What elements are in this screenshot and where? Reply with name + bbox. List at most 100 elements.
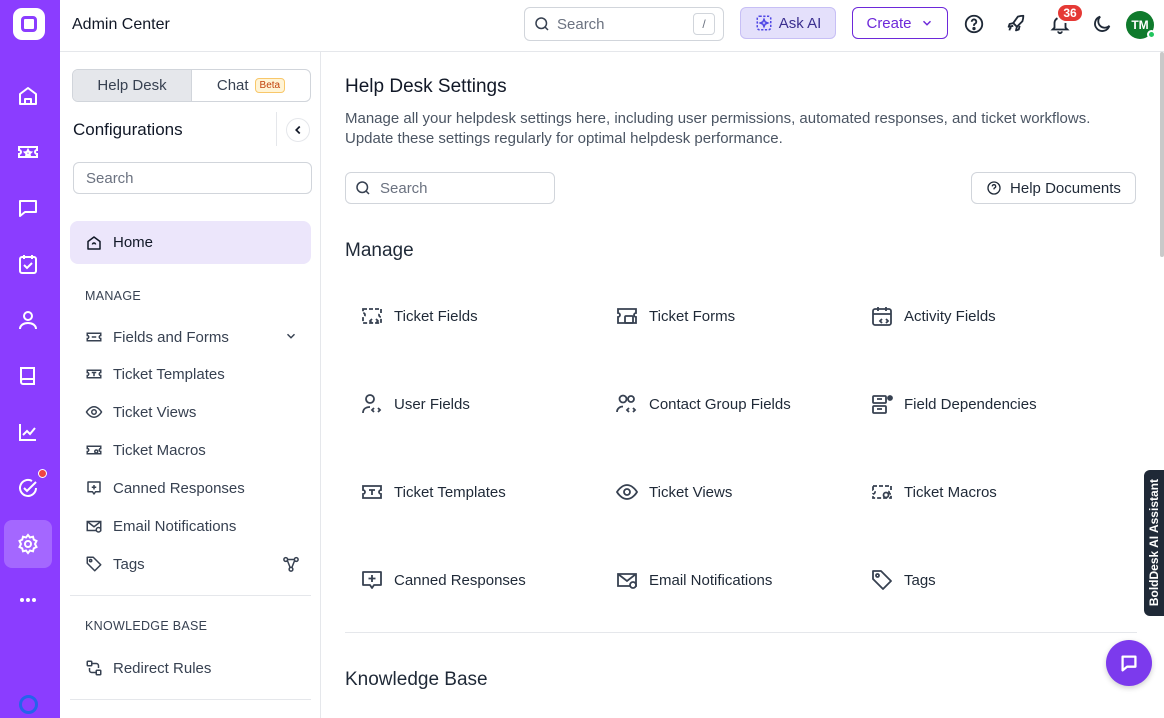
tile-field-dependencies[interactable]: Field Dependencies <box>870 389 1037 419</box>
settings-description: Manage all your helpdesk settings here, … <box>345 110 1091 147</box>
rail-ticket-icon[interactable] <box>4 128 52 176</box>
sidebar-item-label: Ticket Macros <box>113 441 206 459</box>
email-notification-icon <box>86 520 102 533</box>
tile-canned-responses[interactable]: Canned Responses <box>360 565 526 595</box>
tile-tags[interactable]: Tags <box>870 565 936 595</box>
tile-contact-group-fields[interactable]: Contact Group Fields <box>615 389 791 419</box>
sidebar-item-label: Tags <box>113 555 145 573</box>
sidebar-item-label: Redirect Rules <box>113 659 212 677</box>
tile-label: User Fields <box>394 395 470 413</box>
tile-email-notifications[interactable]: Email Notifications <box>615 565 772 595</box>
create-button[interactable]: Create <box>852 7 948 39</box>
rail-task-icon[interactable] <box>4 240 52 288</box>
rail-more-icon[interactable] <box>4 576 52 624</box>
tile-ticket-views[interactable]: Ticket Views <box>615 477 732 507</box>
app-logo[interactable] <box>13 8 45 40</box>
manage-section-label: MANAGE <box>85 289 141 303</box>
ticket-fields-icon <box>86 332 102 342</box>
rocket-icon[interactable] <box>1004 12 1028 36</box>
tile-ticket-macros[interactable]: Ticket Macros <box>870 477 997 507</box>
chat-launcher-button[interactable] <box>1106 640 1152 686</box>
ask-ai-label: Ask AI <box>778 14 822 32</box>
search-icon <box>535 17 549 31</box>
sidebar-item-canned-responses[interactable]: Canned Responses <box>85 475 245 501</box>
sidebar-item-label: Fields and Forms <box>113 328 229 346</box>
rail-settings-icon[interactable] <box>4 520 52 568</box>
user-fields-icon <box>362 394 382 414</box>
tab-chat[interactable]: Chat Beta <box>192 70 310 101</box>
eye-icon <box>615 484 639 500</box>
tile-label: Field Dependencies <box>904 395 1037 413</box>
sidebar-item-ticket-templates[interactable]: Ticket Templates <box>85 361 225 387</box>
tile-activity-fields[interactable]: Activity Fields <box>870 301 996 331</box>
chevron-down-icon[interactable] <box>284 329 298 343</box>
knowledge-base-section-label: KNOWLEDGE BASE <box>85 619 208 633</box>
eye-icon <box>85 405 103 419</box>
search-shortcut-key: / <box>693 13 715 35</box>
settings-search-placeholder: Search <box>380 179 428 197</box>
main-scrollbar[interactable] <box>1160 52 1164 257</box>
sidebar-item-label: Ticket Templates <box>113 365 225 383</box>
tile-ticket-forms[interactable]: Ticket Forms <box>615 301 735 331</box>
ticket-template-icon <box>362 485 382 499</box>
config-search-input[interactable]: Search <box>73 162 312 194</box>
sidebar-item-ticket-macros[interactable]: Ticket Macros <box>85 437 206 463</box>
sidebar-item-home[interactable]: Home <box>70 221 311 264</box>
sidebar-item-home-label: Home <box>113 234 154 251</box>
settings-title: Help Desk Settings <box>345 76 507 97</box>
sidebar-item-tags[interactable]: Tags <box>85 551 145 577</box>
field-dependencies-icon <box>872 395 893 414</box>
rail-reports-icon[interactable] <box>4 408 52 456</box>
knowledge-base-heading: Knowledge Base <box>345 669 488 690</box>
sidebar-item-label: Email Notifications <box>113 517 237 535</box>
tile-label: Tags <box>904 571 936 589</box>
ai-assistant-tab[interactable]: BoldDesk AI Assistant <box>1144 470 1164 616</box>
collapse-sidebar-button[interactable] <box>286 118 310 142</box>
rail-chat-icon[interactable] <box>4 184 52 232</box>
sidebar-item-redirect-rules[interactable]: Redirect Rules <box>85 655 211 681</box>
ticket-forms-icon <box>617 308 637 324</box>
sidebar-item-label: Canned Responses <box>113 479 245 497</box>
help-icon[interactable] <box>962 12 986 36</box>
tile-ticket-fields[interactable]: Ticket Fields <box>360 301 478 331</box>
ai-assistant-label: BoldDesk AI Assistant <box>1147 479 1161 607</box>
settings-search-input[interactable]: Search <box>345 172 555 204</box>
tag-icon <box>872 570 892 590</box>
top-bar: Admin Center Search / Ask AI Create 36 T… <box>60 0 1164 52</box>
sidebar-item-ticket-views[interactable]: Ticket Views <box>85 399 196 425</box>
tag-icon <box>86 556 102 572</box>
ticket-macro-icon <box>86 445 102 455</box>
workflow-icon[interactable] <box>282 555 300 573</box>
sparkle-icon <box>756 15 772 31</box>
sidebar-item-fields-and-forms[interactable]: Fields and Forms <box>85 324 229 350</box>
section-divider <box>70 595 311 596</box>
rail-knowledge-base-icon[interactable] <box>4 352 52 400</box>
left-rail <box>0 0 60 718</box>
chevron-down-icon <box>922 20 931 26</box>
tile-ticket-templates[interactable]: Ticket Templates <box>360 477 506 507</box>
global-search-input[interactable]: Search / <box>524 7 724 41</box>
tile-label: Email Notifications <box>649 571 773 589</box>
tab-help-desk[interactable]: Help Desk <box>73 70 192 101</box>
rail-home-icon[interactable] <box>4 72 52 120</box>
help-documents-button[interactable]: Help Documents <box>971 172 1136 204</box>
tile-label: Ticket Templates <box>394 483 506 501</box>
canned-response-icon <box>87 481 101 495</box>
tile-label: Ticket Views <box>649 483 733 501</box>
search-icon <box>356 181 370 195</box>
tile-user-fields[interactable]: User Fields <box>360 389 470 419</box>
sidebar-item-email-notifications[interactable]: Email Notifications <box>85 513 236 539</box>
tile-label: Ticket Fields <box>394 307 478 325</box>
contact-group-icon <box>616 394 637 413</box>
rail-contacts-icon[interactable] <box>4 296 52 344</box>
ticket-macro-icon <box>872 485 892 499</box>
status-ring-icon[interactable] <box>19 695 38 714</box>
ticket-template-icon <box>86 369 102 379</box>
dark-mode-moon-icon[interactable] <box>1090 12 1114 36</box>
configurations-sidebar: Help Desk Chat Beta Configurations Search… <box>60 52 321 718</box>
tile-label: Ticket Macros <box>904 483 997 501</box>
activity-fields-icon <box>872 307 892 326</box>
chat-bubble-icon <box>1121 655 1137 672</box>
ask-ai-button[interactable]: Ask AI <box>740 7 836 39</box>
notification-count-badge: 36 <box>1056 3 1084 23</box>
